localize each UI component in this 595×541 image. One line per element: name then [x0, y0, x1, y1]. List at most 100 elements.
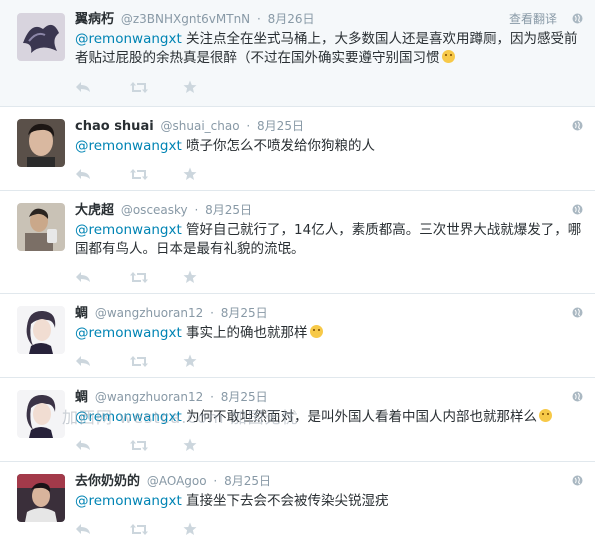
tweet-timestamp[interactable]: 8月26日	[268, 12, 315, 26]
tweet-timestamp[interactable]: 8月25日	[221, 390, 268, 404]
retweet-icon	[130, 439, 148, 451]
favorite-button[interactable]	[183, 352, 237, 370]
tweet-item[interactable]: 蜩 @wangzhuoran12 · 8月25日 @remonwangxt 事实…	[0, 294, 595, 378]
emoji-icon	[441, 50, 455, 63]
favorite-icon	[183, 354, 197, 367]
reply-icon	[76, 82, 90, 92]
author-username[interactable]: @shuai_chao	[161, 119, 240, 133]
tweet-item[interactable]: 翼病朽 @z3BNHXgnt6vMTnN · 8月26日 查看翻译 @remon…	[0, 0, 595, 107]
avatar[interactable]	[17, 306, 65, 354]
globe-icon[interactable]	[572, 307, 583, 318]
tweet-timestamp[interactable]: 8月25日	[257, 119, 304, 133]
favorite-button[interactable]	[183, 78, 237, 96]
reply-button[interactable]	[75, 436, 129, 454]
tweet-body: 事实上的确也就那样	[181, 325, 308, 341]
reply-icon	[76, 440, 90, 450]
retweet-icon	[130, 523, 148, 535]
mention-link[interactable]: @remonwangxt	[75, 222, 182, 238]
author-fullname[interactable]: chao shuai	[75, 119, 154, 134]
author-fullname[interactable]: 大虎超	[75, 203, 114, 218]
tweet-timestamp[interactable]: 8月25日	[224, 474, 271, 488]
globe-icon[interactable]	[572, 120, 583, 131]
reply-button[interactable]	[75, 78, 129, 96]
reply-button[interactable]	[75, 520, 129, 538]
retweet-icon	[130, 271, 148, 283]
retweet-icon	[130, 81, 148, 93]
retweet-icon	[130, 168, 148, 180]
author-username[interactable]: @osceasky	[121, 203, 188, 217]
reply-icon	[76, 169, 90, 179]
translate-link[interactable]: 查看翻译	[509, 10, 557, 28]
author-fullname[interactable]: 去你奶奶的	[75, 474, 140, 489]
tweet-text: @remonwangxt 喷子你怎么不喷发给你狗粮的人	[75, 137, 583, 156]
globe-icon[interactable]	[572, 475, 583, 486]
author-username[interactable]: @wangzhuoran12	[95, 390, 203, 404]
separator-dot: ·	[194, 203, 199, 217]
tweet-text: @remonwangxt 关注点全在坐式马桶上，大多数国人还是喜欢用蹲厕，因为感…	[75, 30, 583, 68]
reply-icon	[76, 524, 90, 534]
retweet-button[interactable]	[129, 352, 183, 370]
tweet-body: 为何不敢坦然面对，是叫外国人看着中国人内部也就那样么	[181, 409, 538, 425]
avatar[interactable]	[17, 119, 65, 167]
tweet-feed: 翼病朽 @z3BNHXgnt6vMTnN · 8月26日 查看翻译 @remon…	[0, 0, 595, 541]
tweet-body: 直接坐下去会不会被传染尖锐湿疣	[181, 493, 389, 509]
emoji-icon	[309, 325, 323, 338]
globe-icon[interactable]	[572, 13, 583, 24]
separator-dot: ·	[257, 12, 261, 26]
favorite-button[interactable]	[183, 520, 237, 538]
tweet-actions	[75, 436, 237, 454]
reply-icon	[76, 356, 90, 366]
emoji-icon	[539, 409, 553, 422]
tweet-text: @remonwangxt 管好自己就行了，14亿人，素质都高。三次世界大战就爆发…	[75, 221, 583, 259]
tweet-item[interactable]: 蜩 @wangzhuoran12 · 8月25日 @remonwangxt 为何…	[0, 378, 595, 462]
tweet-item[interactable]: 大虎超 @osceasky · 8月25日 @remonwangxt 管好自己就…	[0, 191, 595, 294]
mention-link[interactable]: @remonwangxt	[75, 31, 182, 47]
tweet-item[interactable]: chao shuai @shuai_chao · 8月25日 @remonwan…	[0, 107, 595, 191]
tweet-actions	[75, 165, 237, 183]
separator-dot: ·	[213, 474, 218, 488]
tweet-timestamp[interactable]: 8月25日	[205, 203, 252, 217]
favorite-icon	[183, 522, 197, 535]
reply-button[interactable]	[75, 352, 129, 370]
avatar[interactable]	[17, 203, 65, 251]
favorite-button[interactable]	[183, 165, 237, 183]
separator-dot: ·	[210, 306, 214, 320]
reply-button[interactable]	[75, 268, 129, 286]
author-username[interactable]: @z3BNHXgnt6vMTnN	[121, 12, 250, 26]
retweet-button[interactable]	[129, 165, 183, 183]
reply-icon	[76, 272, 90, 282]
retweet-button[interactable]	[129, 268, 183, 286]
globe-icon[interactable]	[572, 204, 583, 215]
mention-link[interactable]: @remonwangxt	[75, 138, 182, 154]
tweet-actions	[75, 520, 237, 538]
retweet-button[interactable]	[129, 436, 183, 454]
favorite-button[interactable]	[183, 268, 237, 286]
mention-link[interactable]: @remonwangxt	[75, 493, 182, 509]
reply-button[interactable]	[75, 165, 129, 183]
author-fullname[interactable]: 蜩	[75, 390, 88, 405]
author-username[interactable]: @AOAgoo	[147, 474, 207, 488]
author-fullname[interactable]: 蜩	[75, 306, 88, 321]
retweet-button[interactable]	[129, 78, 183, 96]
author-username[interactable]: @wangzhuoran12	[95, 306, 203, 320]
avatar[interactable]	[17, 474, 65, 522]
globe-icon[interactable]	[572, 391, 583, 402]
favorite-icon	[183, 167, 197, 180]
tweet-item[interactable]: 去你奶奶的 @AOAgoo · 8月25日 @remonwangxt 直接坐下去…	[0, 462, 595, 541]
favorite-button[interactable]	[183, 436, 237, 454]
tweet-actions	[75, 78, 237, 96]
mention-link[interactable]: @remonwangxt	[75, 409, 182, 425]
tweet-actions	[75, 352, 237, 370]
retweet-button[interactable]	[129, 520, 183, 538]
retweet-icon	[130, 355, 148, 367]
favorite-icon	[183, 80, 197, 93]
tweet-text: @remonwangxt 直接坐下去会不会被传染尖锐湿疣	[75, 492, 583, 511]
mention-link[interactable]: @remonwangxt	[75, 325, 182, 341]
author-fullname[interactable]: 翼病朽	[75, 12, 114, 27]
separator-dot: ·	[210, 390, 214, 404]
avatar[interactable]	[17, 390, 65, 438]
tweet-actions	[75, 268, 237, 286]
tweet-timestamp[interactable]: 8月25日	[221, 306, 268, 320]
avatar[interactable]	[17, 13, 65, 61]
favorite-icon	[183, 270, 197, 283]
